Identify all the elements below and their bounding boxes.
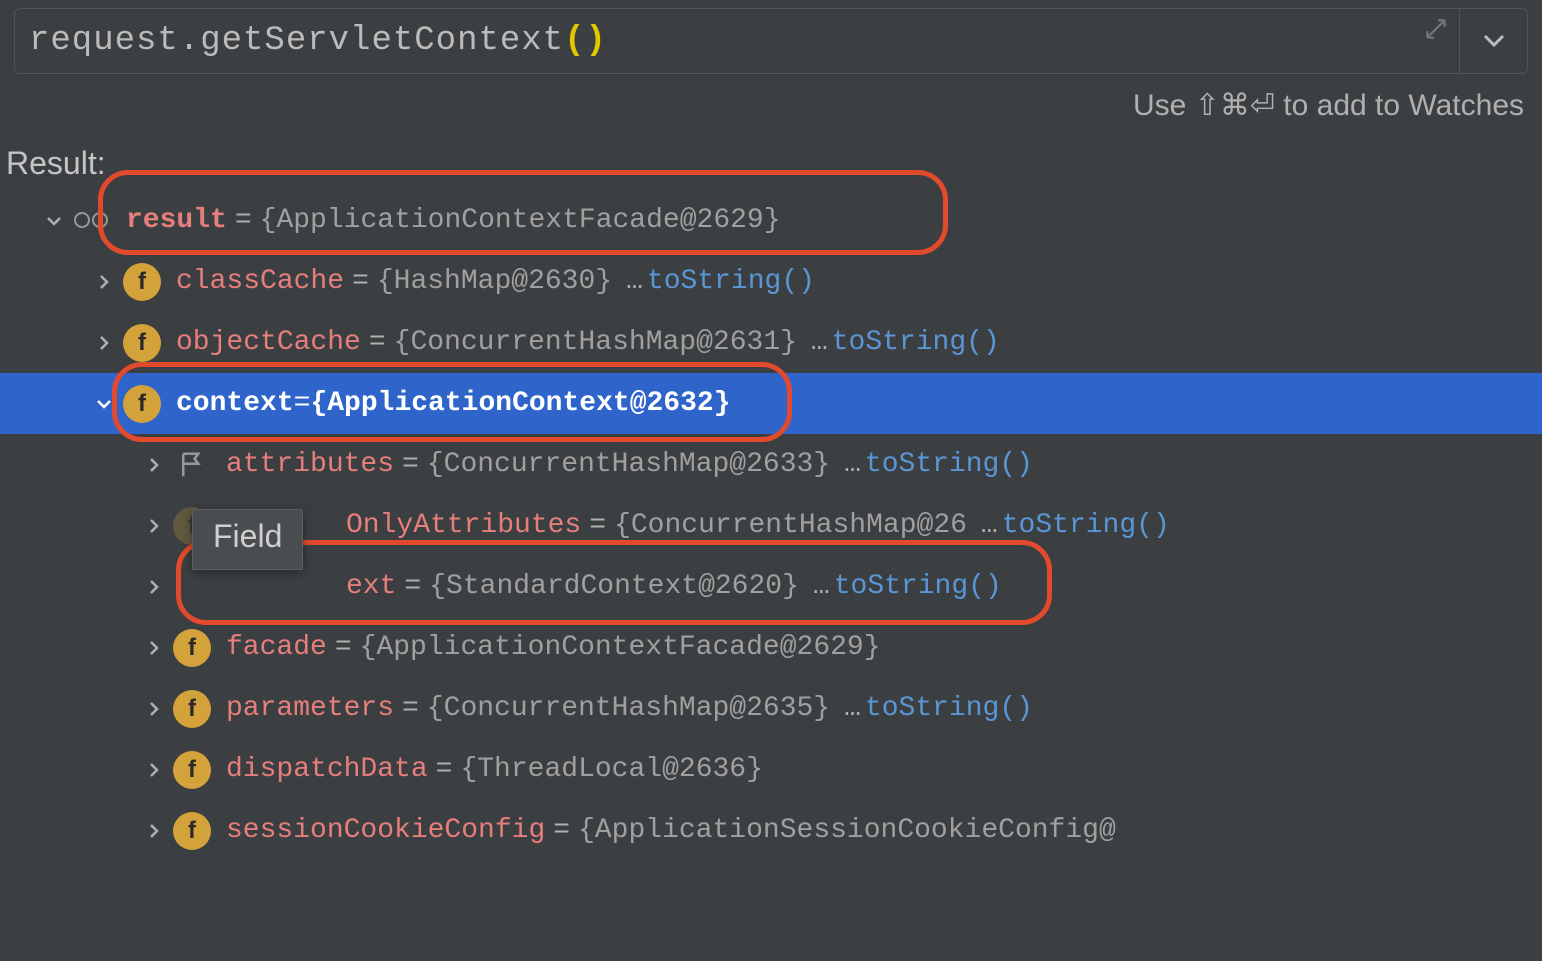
chevron-right-icon[interactable] [92,334,116,352]
tree-row-attributes[interactable]: attributes = {ConcurrentHashMap@2633} … … [0,434,1542,495]
tree-row-parameters[interactable]: f parameters = {ConcurrentHashMap@2635} … [0,678,1542,739]
field-icon: f [172,689,212,729]
var-value: {ConcurrentHashMap@26 [614,510,967,541]
field-icon: f [122,262,162,302]
var-value: {ApplicationContext@2632} [310,388,730,419]
var-value: {ThreadLocal@2636} [460,754,762,785]
hint-text: Use ⇧⌘⏎ to add to Watches [0,74,1542,131]
chevron-right-icon[interactable] [142,639,166,657]
tostring-link[interactable]: toString() [832,327,1000,358]
var-value: {StandardContext@2620} [429,571,799,602]
var-name: result [126,205,227,236]
var-value: {ConcurrentHashMap@2631} [394,327,797,358]
var-value: {ConcurrentHashMap@2633} [427,449,830,480]
var-value: {ConcurrentHashMap@2635} [427,693,830,724]
tostring-link[interactable]: toString() [834,571,1002,602]
result-label: Result: [0,131,1542,190]
field-icon: f [172,811,212,851]
field-icon: f [172,628,212,668]
field-icon: f [122,323,162,363]
tostring-link[interactable]: toString() [865,449,1033,480]
field-icon: f [122,384,162,424]
chevron-right-icon[interactable] [142,761,166,779]
tree-row-result[interactable]: result = {ApplicationContextFacade@2629} [0,190,1542,251]
tree-row-context[interactable]: f context = {ApplicationContext@2632} [0,373,1542,434]
flag-icon [172,445,212,485]
var-name: parameters [226,693,394,724]
var-value: {ApplicationSessionCookieConfig@ [578,815,1116,846]
chevron-right-icon[interactable] [92,273,116,291]
expand-icon[interactable] [1423,15,1449,41]
expression-parens: () [564,22,607,60]
var-name: OnlyAttributes [346,510,581,541]
var-value: {HashMap@2630} [377,266,612,297]
expression-input[interactable]: request.getServletContext() [14,8,1460,74]
tree-row-objectcache[interactable]: f objectCache = {ConcurrentHashMap@2631}… [0,312,1542,373]
history-dropdown-button[interactable] [1460,8,1528,74]
tostring-link[interactable]: toString() [1002,510,1170,541]
tree-row-facade[interactable]: f facade = {ApplicationContextFacade@262… [0,617,1542,678]
tostring-link[interactable]: toString() [647,266,815,297]
watches-icon [72,201,112,241]
chevron-right-icon[interactable] [142,578,166,596]
field-icon [172,567,212,607]
var-name: ext [346,571,396,602]
var-name: facade [226,632,327,663]
field-icon: f [172,750,212,790]
var-name: context [176,388,294,419]
var-value: {ApplicationContextFacade@2629} [260,205,781,236]
chevron-down-icon[interactable] [42,212,66,230]
chevron-right-icon[interactable] [142,456,166,474]
chevron-right-icon[interactable] [142,822,166,840]
var-name: classCache [176,266,344,297]
var-name: sessionCookieConfig [226,815,545,846]
tree-row-sessioncookieconfig[interactable]: f sessionCookieConfig = {ApplicationSess… [0,800,1542,861]
var-name: objectCache [176,327,361,358]
var-name: attributes [226,449,394,480]
var-value: {ApplicationContextFacade@2629} [360,632,881,663]
chevron-right-icon[interactable] [142,700,166,718]
chevron-down-icon [1483,34,1505,48]
chevron-right-icon[interactable] [142,517,166,535]
tree-row-dispatchdata[interactable]: f dispatchData = {ThreadLocal@2636} [0,739,1542,800]
expression-text: request.getServletContext [29,22,564,60]
var-name: dispatchData [226,754,428,785]
tooltip: Field [192,509,303,570]
tostring-link[interactable]: toString() [865,693,1033,724]
tree-row-classcache[interactable]: f classCache = {HashMap@2630} … toString… [0,251,1542,312]
chevron-down-icon[interactable] [92,395,116,413]
